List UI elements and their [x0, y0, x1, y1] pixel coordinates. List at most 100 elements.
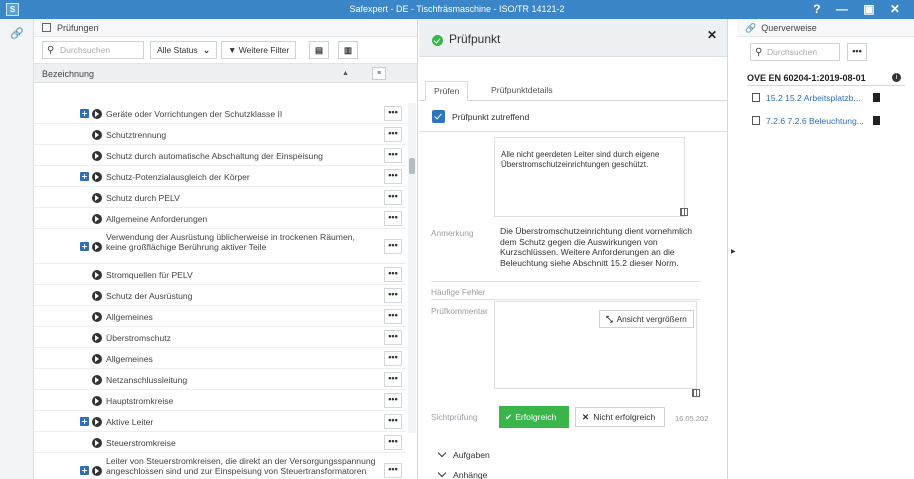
row-more-button[interactable]: •••	[384, 463, 402, 478]
document-icon	[752, 93, 760, 102]
tree-row-label: Allgemeines	[106, 354, 153, 364]
row-more-button[interactable]: •••	[384, 106, 402, 121]
window-controls[interactable]: ? — ▣ ✕	[813, 2, 906, 16]
expand-plus-icon[interactable]	[80, 109, 89, 118]
checkpoint-detail-panel: Prüfpunkt ✕ Prüfen Prüfpunktdetails Prüf…	[419, 19, 728, 479]
enlarge-view-button[interactable]: ⤡ Ansicht vergrößern	[599, 310, 694, 328]
tree-row[interactable]: Allgemeine Anforderungen •••	[34, 208, 406, 229]
tree-row[interactable]: Hauptstromkreise •••	[34, 390, 406, 411]
check-status-icon	[92, 172, 102, 182]
tree-row-label: Steuerstromkreise	[106, 438, 176, 448]
row-more-button[interactable]: •••	[384, 190, 402, 205]
checkpoint-title: Prüfpunkt	[449, 32, 501, 46]
collapse-all-button[interactable]: ▤	[309, 41, 329, 59]
tree-row-label: Stromquellen für PELV	[106, 270, 193, 280]
chevron-down-icon	[437, 448, 447, 458]
status-filter-dropdown[interactable]: Alle Status ⌄	[150, 41, 218, 59]
checks-toolbar: ⚲ Durchsuchen Alle Status ⌄ ▼ Weitere Fi…	[34, 37, 417, 63]
fail-button-label: Nicht erfolgreich	[593, 412, 656, 422]
tree-row[interactable]: Geräte oder Vorrichtungen der Schutzklas…	[34, 103, 406, 124]
check-status-icon	[92, 291, 102, 301]
close-icon[interactable]: ✕	[707, 28, 717, 42]
tree-row[interactable]: Schutz der Ausrüstung •••	[34, 285, 406, 306]
row-more-button[interactable]: •••	[384, 148, 402, 163]
table-icon[interactable]	[692, 389, 700, 397]
check-status-icon	[92, 109, 102, 119]
check-status-icon	[92, 466, 102, 476]
expand-plus-icon[interactable]	[80, 242, 89, 251]
row-more-button[interactable]: •••	[384, 288, 402, 303]
tree-row[interactable]: Überstromschutz •••	[34, 327, 406, 348]
row-more-button[interactable]: •••	[384, 330, 402, 345]
column-filter-icon[interactable]: ≡	[372, 67, 386, 80]
check-icon: ✔	[505, 412, 513, 422]
more-filters-button[interactable]: ▼ Weitere Filter	[221, 41, 297, 59]
tab-pruefen[interactable]: Prüfen	[425, 81, 469, 101]
accordion-tasks[interactable]: Aufgaben	[437, 448, 490, 460]
expand-plus-icon[interactable]	[80, 172, 89, 181]
checks-search-input[interactable]: ⚲ Durchsuchen	[42, 41, 144, 59]
tree-row[interactable]: Aktive Leiter •••	[34, 411, 406, 432]
crossref-label: 15.2 15.2 Arbeitsplatzb...	[766, 93, 861, 103]
tab-pruefpunktdetails[interactable]: Prüfpunktdetails	[483, 81, 561, 101]
tree-row[interactable]: Netzanschlussleitung •••	[34, 369, 406, 390]
crossrefs-search-input[interactable]: ⚲ Durchsuchen	[750, 43, 840, 61]
crossref-item[interactable]: 7.2.6 7.2.6 Beleuchtung...	[752, 116, 880, 126]
sort-asc-icon[interactable]: ▲	[342, 64, 349, 84]
crossrefs-more-button[interactable]: •••	[847, 43, 867, 61]
scrollbar-thumb[interactable]	[409, 158, 415, 174]
expand-all-button[interactable]: ▥	[338, 41, 358, 59]
expand-plus-icon[interactable]	[80, 417, 89, 426]
row-more-button[interactable]: •••	[384, 239, 402, 254]
applicable-checkbox[interactable]	[432, 110, 445, 123]
success-button[interactable]: ✔ Erfolgreich	[499, 406, 569, 428]
tree-row[interactable]: Verwendung der Ausrüstung üblicherweise …	[34, 229, 406, 264]
requirement-text: Alle nicht geerdeten Leiter sind durch e…	[501, 150, 660, 169]
panel-toggle-icon[interactable]: ▶	[731, 248, 736, 255]
row-more-button[interactable]: •••	[384, 211, 402, 226]
chevron-down-icon	[437, 468, 447, 478]
trash-icon[interactable]	[873, 116, 880, 125]
tree-row[interactable]: Schutz durch PELV •••	[34, 187, 406, 208]
crossref-item[interactable]: 15.2 15.2 Arbeitsplatzb...	[752, 93, 880, 103]
check-status-icon	[92, 151, 102, 161]
checks-panel-title: Prüfungen	[57, 23, 99, 33]
column-header[interactable]: Bezeichnung ▲ ≡	[34, 63, 417, 83]
tree-row[interactable]: Allgemeines •••	[34, 306, 406, 327]
tree-row[interactable]: Schutz-Potenzialausgleich der Körper •••	[34, 166, 406, 187]
expand-plus-icon[interactable]	[80, 466, 89, 475]
info-icon[interactable]: i	[892, 73, 901, 82]
row-more-button[interactable]: •••	[384, 127, 402, 142]
trash-icon[interactable]	[873, 93, 880, 102]
search-icon: ⚲	[47, 45, 55, 56]
crossrefs-search-placeholder: Durchsuchen	[767, 47, 818, 57]
table-icon[interactable]	[680, 208, 688, 216]
checks-panel: Prüfungen ⚲ Durchsuchen Alle Status ⌄ ▼ …	[34, 19, 418, 479]
tree-row[interactable]: Stromquellen für PELV •••	[34, 264, 406, 285]
accordion-attachments[interactable]: Anhänge	[437, 468, 487, 479]
row-more-button[interactable]: •••	[384, 414, 402, 429]
remark-label: Anmerkung	[431, 228, 474, 238]
checks-tree-list: Geräte oder Vorrichtungen der Schutzklas…	[34, 103, 418, 479]
row-more-button[interactable]: •••	[384, 169, 402, 184]
tree-row-label: Überstromschutz	[106, 333, 171, 343]
checks-scrollbar[interactable]	[408, 103, 416, 433]
collapse-all-icon: ▤	[314, 45, 324, 55]
fail-button[interactable]: ✕ Nicht erfolgreich	[575, 407, 665, 427]
row-more-button[interactable]: •••	[384, 393, 402, 408]
row-more-button[interactable]: •••	[384, 372, 402, 387]
success-button-label: Erfolgreich	[515, 412, 557, 422]
row-more-button[interactable]: •••	[384, 309, 402, 324]
row-more-button[interactable]: •••	[384, 267, 402, 282]
tree-row[interactable]: Steuerstromkreise •••	[34, 432, 406, 453]
status-filter-label: Alle Status	[157, 45, 198, 55]
tree-row[interactable]: Schutztrennung •••	[34, 124, 406, 145]
tree-row[interactable]: Leiter von Steuerstromkreisen, die direk…	[34, 453, 406, 479]
row-more-button[interactable]: •••	[384, 351, 402, 366]
comment-textarea[interactable]: ⤡ Ansicht vergrößern	[494, 301, 697, 389]
tree-row[interactable]: Schutz durch automatische Abschaltung de…	[34, 145, 406, 166]
tree-row[interactable]: Allgemeines •••	[34, 348, 406, 369]
row-more-button[interactable]: •••	[384, 435, 402, 450]
checkpoint-header: Prüfpunkt ✕	[419, 19, 727, 57]
link-icon[interactable]: 🔗	[10, 27, 24, 40]
